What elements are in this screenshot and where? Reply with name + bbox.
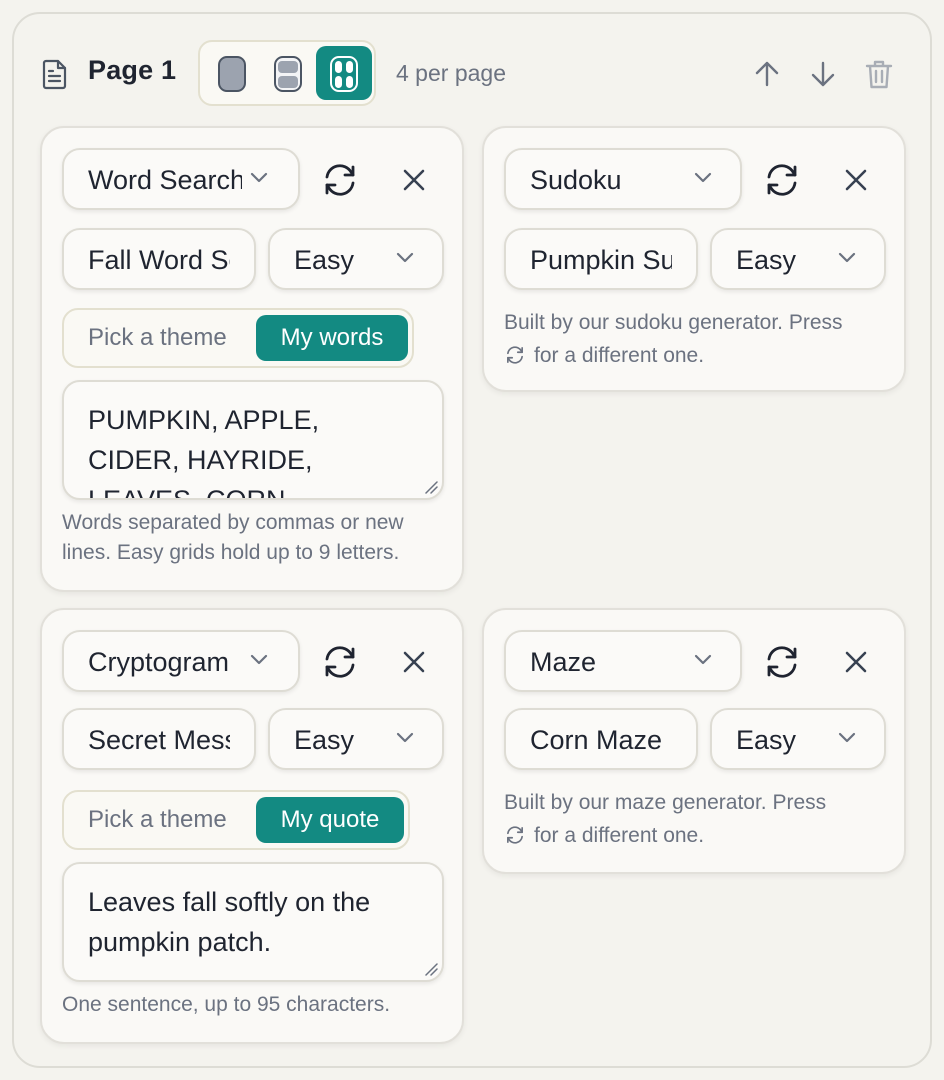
puzzle-type-value: Cryptogram: [88, 647, 230, 677]
chevron-down-icon: [694, 172, 712, 183]
input-mode-toggle: Pick a theme My words: [62, 308, 414, 368]
difficulty-select[interactable]: Easy: [268, 228, 444, 290]
regenerate-icon[interactable]: [320, 642, 360, 682]
puzzle-type-select[interactable]: Maze: [504, 630, 742, 692]
puzzle-title-input[interactable]: Secret Message: [62, 708, 256, 770]
puzzle-title-input[interactable]: Corn Maze: [504, 708, 698, 770]
regenerate-icon: [507, 346, 523, 364]
difficulty-select[interactable]: Easy: [710, 708, 886, 770]
puzzle-title-value: Fall Word Search: [88, 245, 230, 275]
two-per-page-icon: [274, 56, 302, 92]
document-icon: [42, 59, 67, 90]
regenerate-icon[interactable]: [762, 642, 802, 682]
quote-textarea[interactable]: Leaves fall softly on the pumpkin patch.: [62, 862, 444, 982]
chevron-down-icon: [838, 732, 856, 743]
word-list-text: PUMPKIN, APPLE, CIDER, HAYRIDE, LEAVES, …: [88, 405, 320, 500]
resize-handle-icon[interactable]: [424, 962, 438, 976]
close-icon[interactable]: [836, 160, 876, 200]
move-down-icon[interactable]: [808, 58, 838, 90]
close-icon[interactable]: [836, 642, 876, 682]
puzzle-card-maze: Maze Corn Maze Easy Built by our maze ge…: [482, 608, 906, 874]
puzzle-title-value: Secret Message: [88, 725, 230, 755]
quote-hint: One sentence, up to 95 characters.: [62, 993, 391, 1016]
difficulty-select[interactable]: Easy: [268, 708, 444, 770]
generator-note: Built by our sudoku generator. Press for…: [504, 306, 896, 372]
puzzle-type-value: Sudoku: [530, 165, 622, 195]
chevron-down-icon: [694, 654, 712, 665]
input-mode-toggle: Pick a theme My quote: [62, 790, 410, 850]
puzzle-title-input[interactable]: Pumpkin Sudoku: [504, 228, 698, 290]
one-per-page-icon: [218, 56, 246, 92]
four-per-page-icon: [330, 56, 358, 92]
puzzle-card-word-search: Word Search Fall Word Search Easy Pick a…: [40, 126, 464, 592]
mode-my-words[interactable]: My words: [256, 315, 408, 361]
puzzle-type-select[interactable]: Cryptogram: [62, 630, 300, 692]
regenerate-icon: [507, 826, 523, 844]
puzzle-title-value: Corn Maze: [530, 725, 663, 755]
generator-note-text: Built by our sudoku generator. Press: [504, 311, 843, 334]
word-list-hint: Words separated by commas or new lines. …: [62, 511, 404, 564]
difficulty-value: Easy: [294, 725, 355, 755]
chevron-down-icon: [396, 732, 414, 743]
page-card: Page 1 4 per page Word Search Fall Word …: [12, 12, 932, 1068]
chevron-down-icon: [396, 252, 414, 263]
move-up-icon[interactable]: [752, 58, 782, 90]
resize-handle-icon[interactable]: [424, 480, 438, 494]
page-title: Page 1: [88, 55, 177, 85]
chevron-down-icon: [250, 172, 268, 183]
mode-my-quote[interactable]: My quote: [256, 797, 404, 843]
regenerate-icon[interactable]: [320, 160, 360, 200]
mode-pick-theme[interactable]: Pick a theme: [88, 797, 227, 843]
layout-switch: [198, 40, 376, 106]
generator-note-text: Built by our maze generator. Press: [504, 791, 827, 814]
generator-note-text-end: for a different one.: [534, 824, 705, 847]
word-list-textarea[interactable]: PUMPKIN, APPLE, CIDER, HAYRIDE, LEAVES, …: [62, 380, 444, 500]
close-icon[interactable]: [394, 160, 434, 200]
puzzle-type-value: Maze: [530, 647, 597, 677]
puzzle-type-value: Word Search: [88, 165, 242, 195]
generator-note-text-end: for a different one.: [534, 344, 705, 367]
mode-pick-theme[interactable]: Pick a theme: [88, 315, 227, 361]
difficulty-select[interactable]: Easy: [710, 228, 886, 290]
puzzle-card-cryptogram: Cryptogram Secret Message Easy Pick a th…: [40, 608, 464, 1044]
puzzle-type-select[interactable]: Word Search: [62, 148, 300, 210]
layout-four-per-page-button[interactable]: [316, 46, 372, 100]
chevron-down-icon: [250, 654, 268, 665]
difficulty-value: Easy: [736, 245, 797, 275]
quote-text: Leaves fall softly on the pumpkin patch.: [88, 887, 371, 957]
per-page-label: 4 per page: [396, 60, 506, 86]
page-header: Page 1 4 per page: [14, 14, 930, 134]
puzzle-type-select[interactable]: Sudoku: [504, 148, 742, 210]
layout-one-per-page-button[interactable]: [204, 46, 260, 100]
chevron-down-icon: [838, 252, 856, 263]
regenerate-icon[interactable]: [762, 160, 802, 200]
puzzle-title-value: Pumpkin Sudoku: [530, 245, 672, 275]
generator-note: Built by our maze generator. Press for a…: [504, 786, 896, 852]
difficulty-value: Easy: [736, 725, 797, 755]
puzzle-title-input[interactable]: Fall Word Search: [62, 228, 256, 290]
layout-two-per-page-button[interactable]: [260, 46, 316, 100]
puzzle-card-sudoku: Sudoku Pumpkin Sudoku Easy Built by our …: [482, 126, 906, 392]
close-icon[interactable]: [394, 642, 434, 682]
trash-icon[interactable]: [864, 58, 894, 90]
difficulty-value: Easy: [294, 245, 355, 275]
